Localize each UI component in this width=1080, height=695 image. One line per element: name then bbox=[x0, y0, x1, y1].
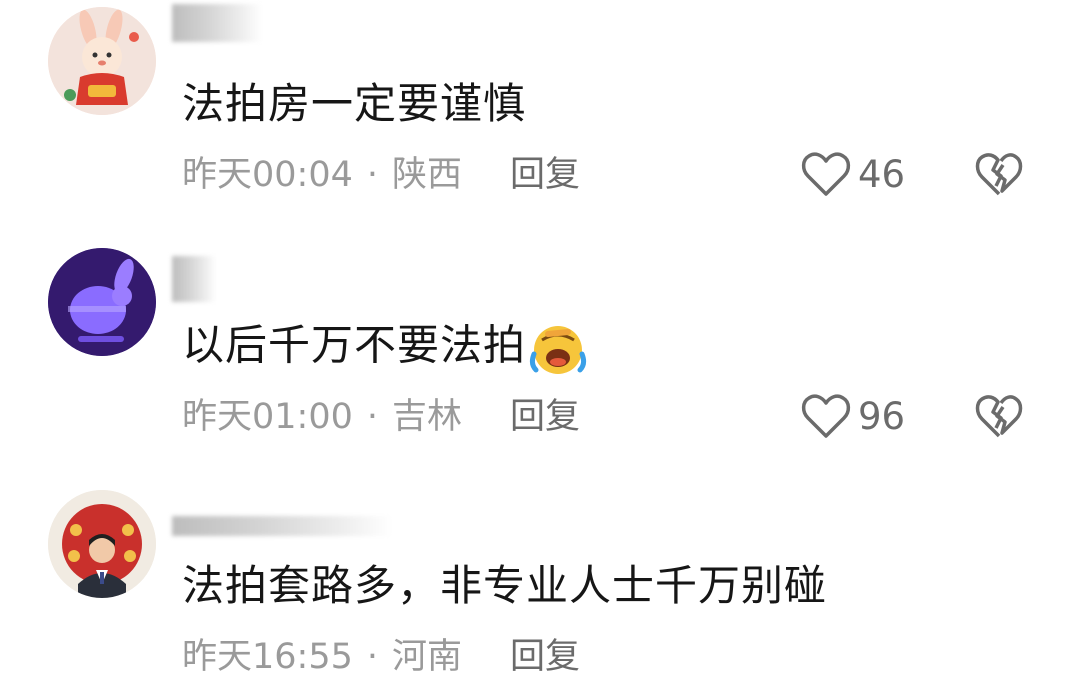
comment-time: 昨天01:00 bbox=[182, 397, 353, 437]
comment-meta: 昨天00:04 · 陕西 回复 bbox=[182, 155, 580, 195]
like-count: 46 bbox=[858, 152, 906, 196]
comment-location: 陕西 bbox=[392, 155, 463, 195]
comment-time: 昨天00:04 bbox=[182, 155, 353, 195]
like-button[interactable]: 46 bbox=[800, 150, 905, 198]
username-redacted[interactable] bbox=[172, 516, 392, 536]
avatar[interactable] bbox=[48, 7, 156, 115]
rabbit-cartoon-avatar-icon bbox=[48, 7, 156, 115]
avatar[interactable] bbox=[48, 248, 156, 356]
laughing-crying-emoji-icon bbox=[529, 326, 587, 374]
comment-text: 法拍房一定要谨慎 bbox=[182, 79, 527, 128]
reply-button[interactable]: 回复 bbox=[510, 397, 580, 437]
heart-icon bbox=[801, 152, 851, 196]
like-count: 96 bbox=[858, 394, 906, 438]
man-in-suit-avatar-icon bbox=[48, 490, 156, 598]
comment-item: 法拍套路多，非专业人士千万别碰 昨天16:55 · 河南 回复 bbox=[0, 480, 1080, 695]
reply-button[interactable]: 回复 bbox=[510, 637, 580, 677]
purple-rabbit-avatar-icon bbox=[48, 248, 156, 356]
comment-meta: 昨天01:00 · 吉林 回复 bbox=[182, 397, 580, 437]
heart-icon bbox=[801, 394, 851, 438]
comment-location: 吉林 bbox=[392, 397, 463, 437]
reply-button[interactable]: 回复 bbox=[510, 155, 580, 195]
meta-separator: · bbox=[366, 155, 379, 195]
comment-text: 法拍套路多，非专业人士千万别碰 bbox=[182, 561, 828, 610]
dislike-button[interactable] bbox=[974, 392, 1024, 444]
username-redacted[interactable] bbox=[172, 256, 216, 302]
comment-item: 法拍房一定要谨慎 昨天00:04 · 陕西 回复 46 bbox=[0, 0, 1080, 230]
meta-separator: · bbox=[366, 397, 379, 437]
meta-separator: · bbox=[366, 637, 379, 677]
comment-item: 以后千万不要法拍 昨天01:00 · 吉林 回复 96 bbox=[0, 240, 1080, 470]
comment-location: 河南 bbox=[392, 637, 463, 677]
comment-meta: 昨天16:55 · 河南 回复 bbox=[182, 637, 580, 677]
comment-time: 昨天16:55 bbox=[182, 637, 353, 677]
like-button[interactable]: 96 bbox=[800, 392, 905, 440]
dislike-button[interactable] bbox=[974, 150, 1024, 202]
comment-text-content: 以后千万不要法拍 bbox=[182, 320, 527, 370]
comment-text: 以后千万不要法拍 bbox=[182, 320, 588, 376]
avatar[interactable] bbox=[48, 490, 156, 598]
broken-heart-icon bbox=[975, 153, 1023, 196]
username-redacted[interactable] bbox=[172, 4, 262, 42]
broken-heart-icon bbox=[975, 395, 1023, 438]
